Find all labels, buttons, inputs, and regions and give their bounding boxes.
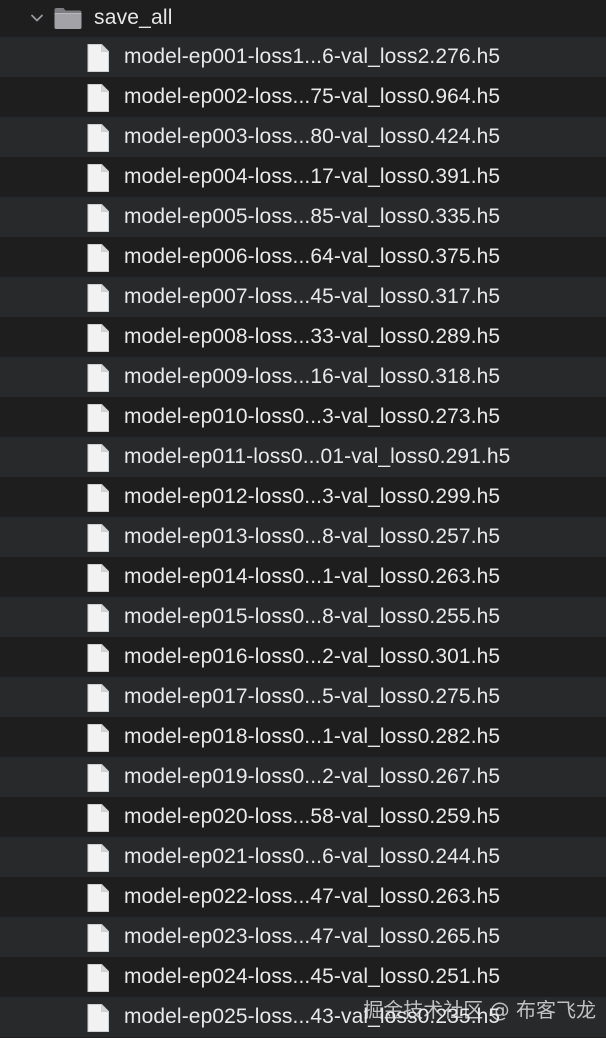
file-row[interactable]: model-ep019-loss0...2-val_loss0.267.h5 (0, 757, 606, 797)
file-row[interactable]: model-ep021-loss0...6-val_loss0.244.h5 (0, 837, 606, 877)
file-name: model-ep021-loss0...6-val_loss0.244.h5 (124, 845, 501, 868)
file-list: model-ep001-loss1...6-val_loss2.276.h5mo… (0, 37, 606, 1037)
file-row[interactable]: model-ep017-loss0...5-val_loss0.275.h5 (0, 677, 606, 717)
file-name: model-ep025-loss...43-val_loss0.235.h5 (124, 1005, 501, 1028)
file-name: model-ep022-loss...47-val_loss0.263.h5 (124, 885, 501, 908)
file-row[interactable]: model-ep010-loss0...3-val_loss0.273.h5 (0, 397, 606, 437)
file-name: model-ep010-loss0...3-val_loss0.273.h5 (124, 405, 501, 428)
file-row[interactable]: model-ep006-loss...64-val_loss0.375.h5 (0, 237, 606, 277)
file-row[interactable]: model-ep025-loss...43-val_loss0.235.h5 (0, 997, 606, 1037)
file-name: model-ep019-loss0...2-val_loss0.267.h5 (124, 765, 501, 788)
file-name: model-ep007-loss...45-val_loss0.317.h5 (124, 285, 501, 308)
file-name: model-ep009-loss...16-val_loss0.318.h5 (124, 365, 501, 388)
document-icon (85, 563, 111, 593)
folder-row-save-all[interactable]: save_all (0, 0, 606, 37)
document-icon (85, 523, 111, 553)
file-row[interactable]: model-ep009-loss...16-val_loss0.318.h5 (0, 357, 606, 397)
document-icon (85, 723, 111, 753)
file-row[interactable]: model-ep016-loss0...2-val_loss0.301.h5 (0, 637, 606, 677)
file-row[interactable]: model-ep013-loss0...8-val_loss0.257.h5 (0, 517, 606, 557)
document-icon (85, 643, 111, 673)
document-icon (85, 763, 111, 793)
file-row[interactable]: model-ep007-loss...45-val_loss0.317.h5 (0, 277, 606, 317)
file-row[interactable]: model-ep015-loss0...8-val_loss0.255.h5 (0, 597, 606, 637)
file-name: model-ep018-loss0...1-val_loss0.282.h5 (124, 725, 501, 748)
document-icon (85, 683, 111, 713)
document-icon (85, 83, 111, 113)
file-row[interactable]: model-ep023-loss...47-val_loss0.265.h5 (0, 917, 606, 957)
folder-name: save_all (94, 6, 173, 29)
file-name: model-ep023-loss...47-val_loss0.265.h5 (124, 925, 501, 948)
file-name: model-ep005-loss...85-val_loss0.335.h5 (124, 205, 501, 228)
file-row[interactable]: model-ep020-loss...58-val_loss0.259.h5 (0, 797, 606, 837)
document-icon (85, 123, 111, 153)
document-icon (85, 403, 111, 433)
file-name: model-ep008-loss...33-val_loss0.289.h5 (124, 325, 501, 348)
document-icon (85, 963, 111, 993)
document-icon (85, 443, 111, 473)
document-icon (85, 363, 111, 393)
file-name: model-ep012-loss0...3-val_loss0.299.h5 (124, 485, 501, 508)
chevron-down-icon[interactable] (28, 9, 46, 27)
document-icon (85, 243, 111, 273)
file-name: model-ep001-loss1...6-val_loss2.276.h5 (124, 45, 501, 68)
file-row[interactable]: model-ep004-loss...17-val_loss0.391.h5 (0, 157, 606, 197)
file-name: model-ep016-loss0...2-val_loss0.301.h5 (124, 645, 501, 668)
file-row[interactable]: model-ep014-loss0...1-val_loss0.263.h5 (0, 557, 606, 597)
file-row[interactable]: model-ep012-loss0...3-val_loss0.299.h5 (0, 477, 606, 517)
file-row[interactable]: model-ep003-loss...80-val_loss0.424.h5 (0, 117, 606, 157)
file-row[interactable]: model-ep001-loss1...6-val_loss2.276.h5 (0, 37, 606, 77)
file-name: model-ep024-loss...45-val_loss0.251.h5 (124, 965, 501, 988)
file-name: model-ep011-loss0...01-val_loss0.291.h5 (124, 445, 511, 468)
document-icon (85, 803, 111, 833)
file-row[interactable]: model-ep002-loss...75-val_loss0.964.h5 (0, 77, 606, 117)
document-icon (85, 43, 111, 73)
document-icon (85, 283, 111, 313)
file-row[interactable]: model-ep018-loss0...1-val_loss0.282.h5 (0, 717, 606, 757)
file-browser-list: save_all model-ep001-loss1...6-val_loss2… (0, 0, 606, 1038)
document-icon (85, 483, 111, 513)
file-name: model-ep015-loss0...8-val_loss0.255.h5 (124, 605, 501, 628)
file-name: model-ep006-loss...64-val_loss0.375.h5 (124, 245, 501, 268)
file-row[interactable]: model-ep022-loss...47-val_loss0.263.h5 (0, 877, 606, 917)
folder-icon (53, 5, 83, 31)
file-row[interactable]: model-ep008-loss...33-val_loss0.289.h5 (0, 317, 606, 357)
document-icon (85, 843, 111, 873)
file-name: model-ep002-loss...75-val_loss0.964.h5 (124, 85, 501, 108)
document-icon (85, 163, 111, 193)
document-icon (85, 1003, 111, 1033)
document-icon (85, 883, 111, 913)
file-name: model-ep014-loss0...1-val_loss0.263.h5 (124, 565, 501, 588)
file-row[interactable]: model-ep005-loss...85-val_loss0.335.h5 (0, 197, 606, 237)
document-icon (85, 323, 111, 353)
file-row[interactable]: model-ep024-loss...45-val_loss0.251.h5 (0, 957, 606, 997)
file-name: model-ep003-loss...80-val_loss0.424.h5 (124, 125, 501, 148)
document-icon (85, 203, 111, 233)
document-icon (85, 923, 111, 953)
document-icon (85, 603, 111, 633)
file-name: model-ep013-loss0...8-val_loss0.257.h5 (124, 525, 501, 548)
file-name: model-ep004-loss...17-val_loss0.391.h5 (124, 165, 501, 188)
file-name: model-ep020-loss...58-val_loss0.259.h5 (124, 805, 501, 828)
file-name: model-ep017-loss0...5-val_loss0.275.h5 (124, 685, 501, 708)
file-row[interactable]: model-ep011-loss0...01-val_loss0.291.h5 (0, 437, 606, 477)
